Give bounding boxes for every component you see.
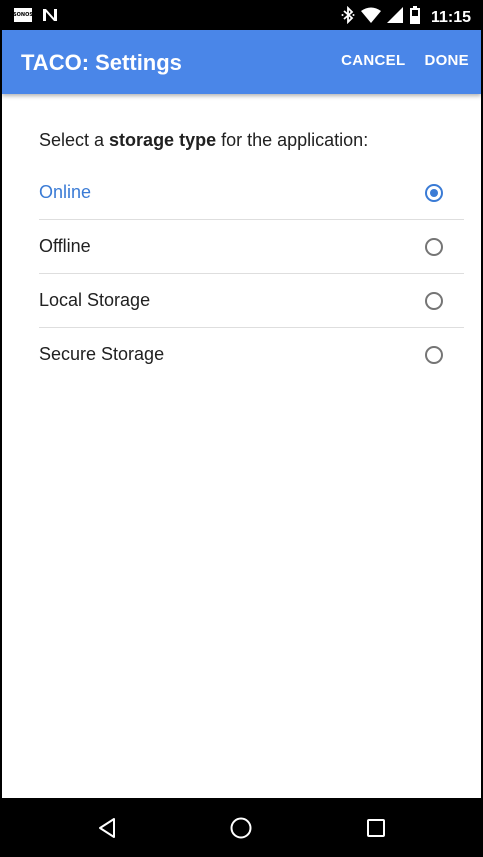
recents-icon[interactable] (361, 813, 391, 843)
option-local-storage[interactable]: Local Storage (39, 274, 464, 328)
n-notification-icon (42, 8, 58, 22)
done-button[interactable]: DONE (424, 52, 469, 69)
radio-button[interactable] (425, 237, 443, 256)
battery-icon (409, 6, 421, 29)
storage-option-list: Online Offline Local Storage Secure Stor… (39, 166, 464, 381)
prompt-bold: storage type (109, 130, 217, 150)
option-label: Online (39, 182, 92, 202)
radio-button[interactable] (425, 291, 443, 310)
radio-button-selected[interactable] (425, 183, 443, 202)
navigation-bar (0, 798, 483, 857)
bluetooth-icon (341, 5, 355, 29)
storage-type-prompt: Select a storage type for the applicatio… (39, 130, 368, 151)
cancel-button[interactable]: CANCEL (341, 52, 405, 69)
radio-button[interactable] (425, 345, 443, 364)
status-bar: SONOS 11:15 (0, 0, 483, 30)
toolbar: TACO: Settings CANCEL DONE (2, 30, 481, 94)
back-icon[interactable] (92, 813, 122, 843)
radio-dot (430, 188, 438, 197)
app-screen: TACO: Settings CANCEL DONE Select a stor… (2, 30, 481, 798)
sonos-icon: SONOS (13, 8, 33, 22)
prompt-suffix: for the application: (216, 130, 369, 150)
toolbar-actions: CANCEL DONE (341, 52, 469, 69)
prompt-prefix: Select a (39, 130, 110, 150)
option-label: Offline (39, 236, 91, 256)
option-secure-storage[interactable]: Secure Storage (39, 328, 464, 381)
option-offline[interactable]: Offline (39, 220, 464, 274)
option-label: Local Storage (39, 290, 151, 310)
status-time: 11:15 (430, 8, 471, 26)
signal-icon (386, 7, 403, 28)
option-label: Secure Storage (39, 344, 165, 364)
option-online[interactable]: Online (39, 166, 464, 220)
sonos-icon-text: SONOS (13, 12, 33, 18)
page-title: TACO: Settings (21, 50, 182, 75)
wifi-icon (360, 7, 381, 28)
home-icon[interactable] (226, 813, 256, 843)
